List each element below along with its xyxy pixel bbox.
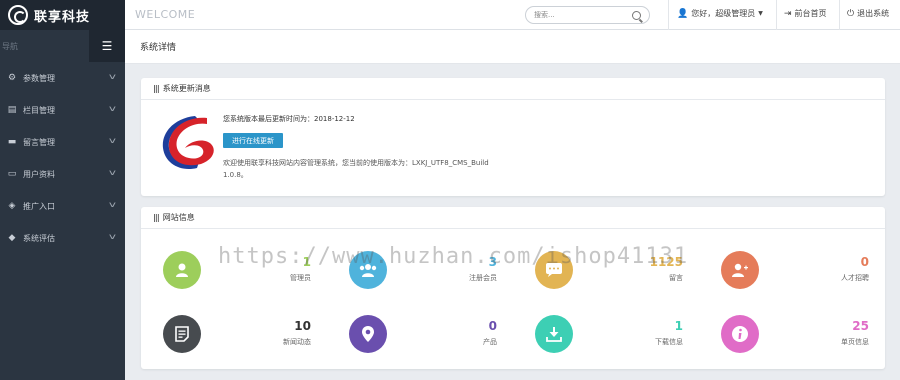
chevron-down-icon: v — [109, 136, 117, 145]
divider — [839, 0, 840, 30]
stat-value: 0 — [488, 319, 497, 333]
user-icon: 👤 — [677, 8, 689, 19]
page-title-bar: 系统详情 — [125, 30, 900, 64]
panel-title: 系统更新消息 — [162, 84, 211, 93]
stat-label: 产品 — [483, 338, 497, 346]
stat-label: 留言 — [669, 274, 683, 282]
sidebar-toggle-button[interactable]: ☰ — [89, 30, 125, 62]
search-icon[interactable] — [632, 10, 641, 20]
stat-single-pages[interactable]: 25 单页信息 — [699, 315, 869, 365]
user-icon — [163, 251, 201, 289]
user-menu-label: 您好，超级管理员 — [691, 9, 756, 18]
chevron-down-icon: v — [109, 168, 117, 177]
stat-label: 单页信息 — [841, 338, 869, 346]
sidebar: 联享科技 导航 ☰ ⚙ 参数管理 v ▤ 栏目管理 v ▬ 留言管理 v ▭ 用… — [0, 0, 125, 380]
update-panel: ||| 系统更新消息 您系统版本最后更新时间为：2018-12-12 进行在线更… — [141, 78, 885, 196]
panel-header: ||| 网站信息 — [141, 207, 885, 229]
frontend-link-label: 前台首页 — [794, 9, 827, 18]
list-icon: ▤ — [7, 105, 17, 115]
logout-button[interactable]: ⏻ 退出系统 — [847, 8, 889, 19]
sidebar-item-label: 栏目管理 — [23, 105, 55, 115]
sign-out-icon: ⇥ — [784, 8, 792, 19]
sidebar-item-promotion[interactable]: ◈ 推广入口 v — [0, 190, 125, 222]
stat-recruitment[interactable]: 0 人才招聘 — [699, 251, 869, 301]
sidebar-item-label: 系统评估 — [23, 233, 55, 243]
divider — [668, 0, 669, 30]
watermark-text: https://www.huzhan.com/ishop41131 — [218, 244, 689, 269]
search-input[interactable]: 搜索... — [525, 6, 650, 24]
sidebar-item-params[interactable]: ⚙ 参数管理 v — [0, 62, 125, 94]
brand-logo-icon — [8, 5, 28, 25]
shield-icon: ◆ — [8, 233, 16, 243]
sidebar-item-users[interactable]: ▭ 用户资料 v — [0, 158, 125, 190]
panel-title: 网站信息 — [162, 213, 195, 222]
version-text: 欢迎使用联享科技网站内容管理系统，您当前的使用版本为：LXKJ_UTF8_CMS… — [223, 159, 489, 179]
sidebar-item-messages[interactable]: ▬ 留言管理 v — [0, 126, 125, 158]
stat-label: 管理员 — [290, 274, 311, 282]
chevron-down-icon: v — [109, 72, 117, 81]
stat-label: 下载信息 — [655, 338, 683, 346]
stat-value: 10 — [294, 319, 311, 333]
message-icon: ▬ — [7, 137, 17, 147]
page-title: 系统详情 — [140, 43, 177, 53]
nav-header: 导航 ☰ — [0, 30, 125, 62]
caret-down-icon: ▼ — [758, 10, 763, 17]
frontend-link[interactable]: ⇥ 前台首页 — [784, 8, 827, 19]
panel-header: ||| 系统更新消息 — [141, 78, 885, 100]
online-update-button[interactable]: 进行在线更新 — [223, 133, 283, 148]
stat-news[interactable]: 10 新闻动态 — [141, 315, 311, 365]
welcome-text: WELCOME — [135, 8, 196, 21]
logout-label: 退出系统 — [857, 9, 890, 18]
sidebar-item-label: 用户资料 — [23, 169, 55, 179]
chevron-down-icon: v — [109, 200, 117, 209]
brand-name: 联享科技 — [34, 9, 91, 25]
last-update-text: 您系统版本最后更新时间为：2018-12-12 — [223, 115, 355, 123]
stat-products[interactable]: 0 产品 — [327, 315, 497, 365]
add-user-icon — [721, 251, 759, 289]
power-icon: ⏻ — [847, 8, 855, 19]
bars-icon: ||| — [153, 213, 160, 222]
info-icon — [721, 315, 759, 353]
share-icon: ◈ — [8, 201, 16, 211]
nav-header-label: 导航 — [2, 41, 18, 51]
topbar: WELCOME 搜索... 👤 您好，超级管理员 ▼ ⇥ 前台首页 ⏻ 退出系统 — [125, 0, 900, 30]
chevron-down-icon: v — [109, 104, 117, 113]
chevron-down-icon: v — [109, 232, 117, 241]
user-menu[interactable]: 👤 您好，超级管理员 ▼ — [677, 8, 763, 19]
sidebar-item-columns[interactable]: ▤ 栏目管理 v — [0, 94, 125, 126]
download-icon — [535, 315, 573, 353]
sidebar-item-label: 留言管理 — [23, 137, 55, 147]
gear-icon: ⚙ — [7, 73, 17, 83]
stat-value: 25 — [852, 319, 869, 333]
stat-label: 注册会员 — [469, 274, 497, 282]
stat-label: 新闻动态 — [283, 338, 311, 346]
menu-icon: ☰ — [101, 39, 113, 53]
stat-downloads[interactable]: 1 下载信息 — [513, 315, 683, 365]
document-icon — [163, 315, 201, 353]
bars-icon: ||| — [153, 84, 160, 93]
stat-value: 0 — [860, 255, 869, 269]
search-placeholder: 搜索... — [534, 11, 555, 19]
stat-label: 人才招聘 — [841, 274, 869, 282]
card-icon: ▭ — [7, 169, 17, 179]
sidebar-item-label: 推广入口 — [23, 201, 55, 211]
site-info-panel: ||| 网站信息 1 管理员 3 注册会员 1125 留言 0 人才招聘 10 … — [141, 207, 885, 369]
divider — [776, 0, 777, 30]
location-icon — [349, 315, 387, 353]
sidebar-item-label: 参数管理 — [23, 73, 55, 83]
brand-logo[interactable]: 联享科技 — [0, 0, 125, 30]
sidebar-item-system[interactable]: ◆ 系统评估 v — [0, 222, 125, 254]
update-body: 您系统版本最后更新时间为：2018-12-12 进行在线更新 欢迎使用联享科技网… — [141, 100, 885, 196]
company-logo-image — [162, 116, 214, 170]
stat-value: 1 — [674, 319, 683, 333]
